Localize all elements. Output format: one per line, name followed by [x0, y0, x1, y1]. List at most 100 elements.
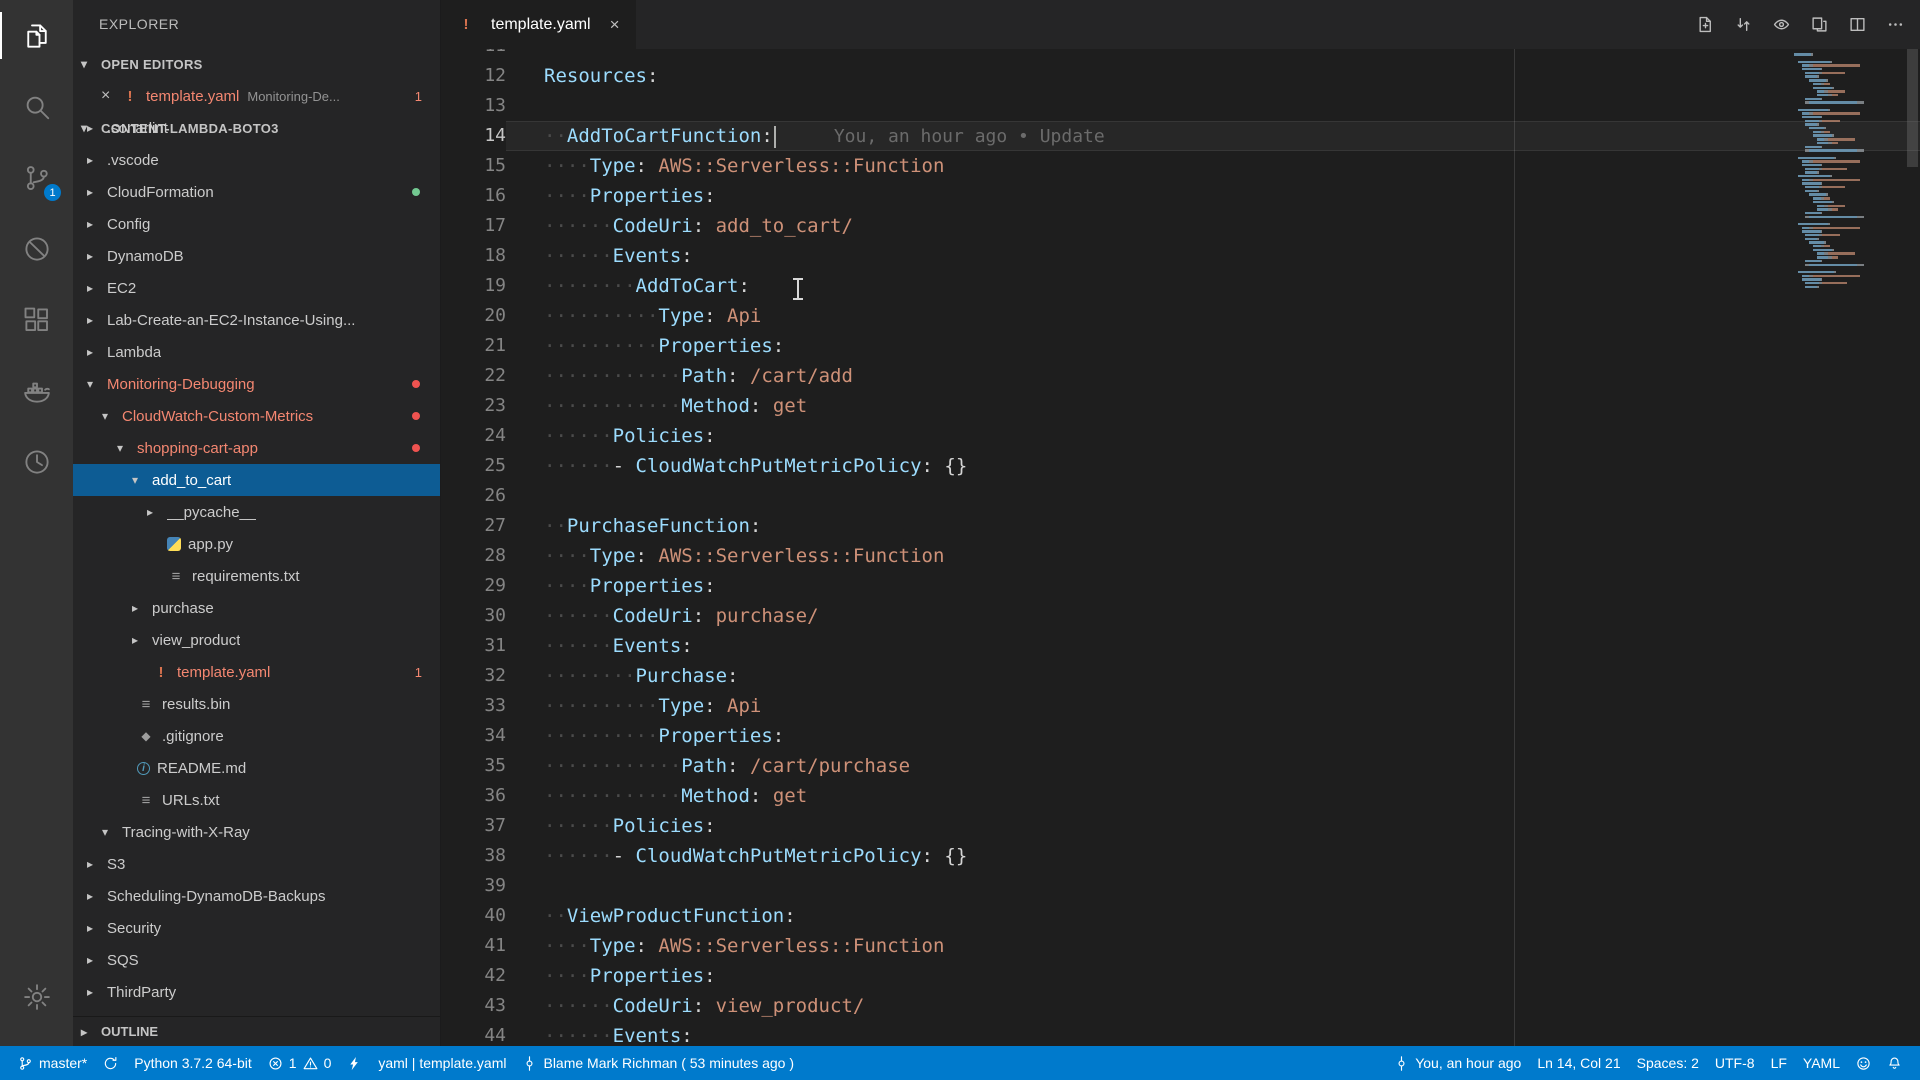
code-line-35[interactable]: 35············Path: /cart/purchase — [441, 751, 1920, 781]
code-line-37[interactable]: 37······Policies: — [441, 811, 1920, 841]
status-git-branch[interactable]: master* — [10, 1046, 95, 1080]
status-problems[interactable]: 10 — [260, 1046, 340, 1080]
status-sync[interactable] — [95, 1046, 126, 1080]
tab-template-yaml[interactable]: ! template.yaml × — [441, 0, 636, 49]
tree-item-s3[interactable]: ▸S3 — [73, 848, 440, 880]
status-file-language-info[interactable]: yaml | template.yaml — [370, 1046, 514, 1080]
status-eol[interactable]: LF — [1763, 1046, 1795, 1080]
tree-item-view-product[interactable]: ▸view_product — [73, 624, 440, 656]
tree-item-pycache[interactable]: ▸__pycache__ — [73, 496, 440, 528]
settings-icon[interactable] — [0, 961, 73, 1032]
code-line-26[interactable]: 26 — [441, 481, 1920, 511]
tree-item-sqs[interactable]: ▸SQS — [73, 944, 440, 976]
tree-item-thirdparty[interactable]: ▸ThirdParty — [73, 976, 440, 1008]
explorer-icon[interactable] — [0, 0, 73, 71]
chevron-right-icon[interactable]: ▸ — [87, 857, 107, 871]
toggle-blame-icon[interactable] — [1773, 16, 1790, 33]
chevron-right-icon[interactable]: ▸ — [87, 249, 107, 263]
tree-item-cloudwatch-custom-metrics[interactable]: ▾CloudWatch-Custom-Metrics — [73, 400, 440, 432]
tree-item-purchase[interactable]: ▸purchase — [73, 592, 440, 624]
code-line-23[interactable]: 23············Method: get — [441, 391, 1920, 421]
code-line-38[interactable]: 38······- CloudWatchPutMetricPolicy: {} — [441, 841, 1920, 871]
status-gitlens-file-blame[interactable]: Blame Mark Richman ( 53 minutes ago ) — [514, 1046, 802, 1080]
clock-icon[interactable] — [0, 426, 73, 497]
chevron-down-icon[interactable]: ▾ — [117, 441, 137, 455]
code-line-44[interactable]: 44······Events: — [441, 1021, 1920, 1046]
code-line-24[interactable]: 24······Policies: — [441, 421, 1920, 451]
code-line-31[interactable]: 31······Events: — [441, 631, 1920, 661]
chevron-right-icon[interactable]: ▸ — [87, 281, 107, 295]
chevron-down-icon[interactable]: ▾ — [102, 825, 122, 839]
more-actions-icon[interactable] — [1887, 16, 1904, 33]
tree-item-requirements-txt[interactable]: ≡requirements.txt — [73, 560, 440, 592]
code-line-21[interactable]: 21··········Properties: — [441, 331, 1920, 361]
tree-item-config[interactable]: ▸Config — [73, 208, 440, 240]
tree-item-cloudformation[interactable]: ▸CloudFormation — [73, 176, 440, 208]
chevron-down-icon[interactable]: ▾ — [87, 377, 107, 391]
code-line-15[interactable]: 15····Type: AWS::Serverless::Function — [441, 151, 1920, 181]
tree-item-security[interactable]: ▸Security — [73, 912, 440, 944]
docker-icon[interactable] — [0, 355, 73, 426]
sonarlint-icon[interactable] — [0, 213, 73, 284]
code-editor[interactable]: 1112Resources:1314··AddToCartFunction:Yo… — [441, 49, 1920, 1046]
tree-item-dynamodb[interactable]: ▸DynamoDB — [73, 240, 440, 272]
chevron-right-icon[interactable]: ▸ — [132, 633, 152, 647]
code-line-32[interactable]: 32········Purchase: — [441, 661, 1920, 691]
status-feedback[interactable] — [1848, 1046, 1879, 1080]
status-python-interpreter[interactable]: Python 3.7.2 64-bit — [126, 1046, 260, 1080]
close-icon[interactable]: × — [610, 15, 620, 35]
open-editors-header[interactable]: ▾ OPEN EDITORS — [73, 48, 440, 80]
code-line-22[interactable]: 22············Path: /cart/add — [441, 361, 1920, 391]
close-icon[interactable]: × — [101, 87, 121, 105]
chevron-right-icon[interactable]: ▸ — [87, 889, 107, 903]
split-editor-icon[interactable] — [1849, 16, 1866, 33]
code-line-20[interactable]: 20··········Type: Api — [441, 301, 1920, 331]
scrollbar-thumb[interactable] — [1907, 49, 1918, 167]
chevron-right-icon[interactable]: ▸ — [87, 921, 107, 935]
status-cursor-position[interactable]: Ln 14, Col 21 — [1529, 1046, 1628, 1080]
tree-item-template-yaml[interactable]: !template.yaml1 — [73, 656, 440, 688]
code-line-12[interactable]: 12Resources: — [441, 61, 1920, 91]
tree-item-readme-md[interactable]: iREADME.md — [73, 752, 440, 784]
status-indentation[interactable]: Spaces: 2 — [1629, 1046, 1707, 1080]
chevron-right-icon[interactable]: ▸ — [147, 505, 167, 519]
open-changes-icon[interactable] — [1697, 16, 1714, 33]
code-line-30[interactable]: 30······CodeUri: purchase/ — [441, 601, 1920, 631]
open-changes-with-icon[interactable] — [1811, 16, 1828, 33]
chevron-right-icon[interactable]: ▸ — [87, 185, 107, 199]
tree-item-vscode[interactable]: ▸.vscode — [73, 144, 440, 176]
tree-item-monitoring-debugging[interactable]: ▾Monitoring-Debugging — [73, 368, 440, 400]
tree-item-lambda[interactable]: ▸Lambda — [73, 336, 440, 368]
chevron-right-icon[interactable]: ▸ — [87, 313, 107, 327]
status-language-mode[interactable]: YAML — [1795, 1046, 1848, 1080]
chevron-right-icon[interactable]: ▸ — [132, 601, 152, 615]
code-line-41[interactable]: 41····Type: AWS::Serverless::Function — [441, 931, 1920, 961]
chevron-down-icon[interactable]: ▾ — [102, 409, 122, 423]
tree-item-lab-create-an-ec2-instance-using[interactable]: ▸Lab-Create-an-EC2-Instance-Using... — [73, 304, 440, 336]
open-editor-item[interactable]: × ! template.yaml Monitoring-De... 1 — [73, 80, 440, 112]
chevron-right-icon[interactable]: ▸ — [87, 153, 107, 167]
tree-item-scheduling-dynamodb-backups[interactable]: ▸Scheduling-DynamoDB-Backups — [73, 880, 440, 912]
chevron-down-icon[interactable]: ▾ — [132, 473, 152, 487]
code-line-19[interactable]: 19········AddToCart: — [441, 271, 1920, 301]
code-line-29[interactable]: 29····Properties: — [441, 571, 1920, 601]
code-line-16[interactable]: 16····Properties: — [441, 181, 1920, 211]
code-line-17[interactable]: 17······CodeUri: add_to_cart/ — [441, 211, 1920, 241]
extensions-icon[interactable] — [0, 284, 73, 355]
chevron-right-icon[interactable]: ▸ — [87, 985, 107, 999]
code-line-25[interactable]: 25······- CloudWatchPutMetricPolicy: {} — [441, 451, 1920, 481]
code-line-11[interactable]: 11 — [441, 49, 1920, 61]
code-line-36[interactable]: 36············Method: get — [441, 781, 1920, 811]
source-control-icon[interactable]: 1 — [0, 142, 73, 213]
code-line-42[interactable]: 42····Properties: — [441, 961, 1920, 991]
code-line-34[interactable]: 34··········Properties: — [441, 721, 1920, 751]
code-line-14[interactable]: 14··AddToCartFunction:You, an hour ago •… — [441, 121, 1920, 151]
chevron-right-icon[interactable]: ▸ — [87, 953, 107, 967]
tree-item-gitignore[interactable]: ◆.gitignore — [73, 720, 440, 752]
tree-item-tracing-with-x-ray[interactable]: ▾Tracing-with-X-Ray — [73, 816, 440, 848]
search-icon[interactable] — [0, 71, 73, 142]
status-notifications[interactable] — [1879, 1046, 1910, 1080]
tree-item-urls-txt[interactable]: ≡URLs.txt — [73, 784, 440, 816]
status-gitlens-line-blame[interactable]: You, an hour ago — [1386, 1046, 1529, 1080]
chevron-right-icon[interactable]: ▸ — [87, 345, 107, 359]
